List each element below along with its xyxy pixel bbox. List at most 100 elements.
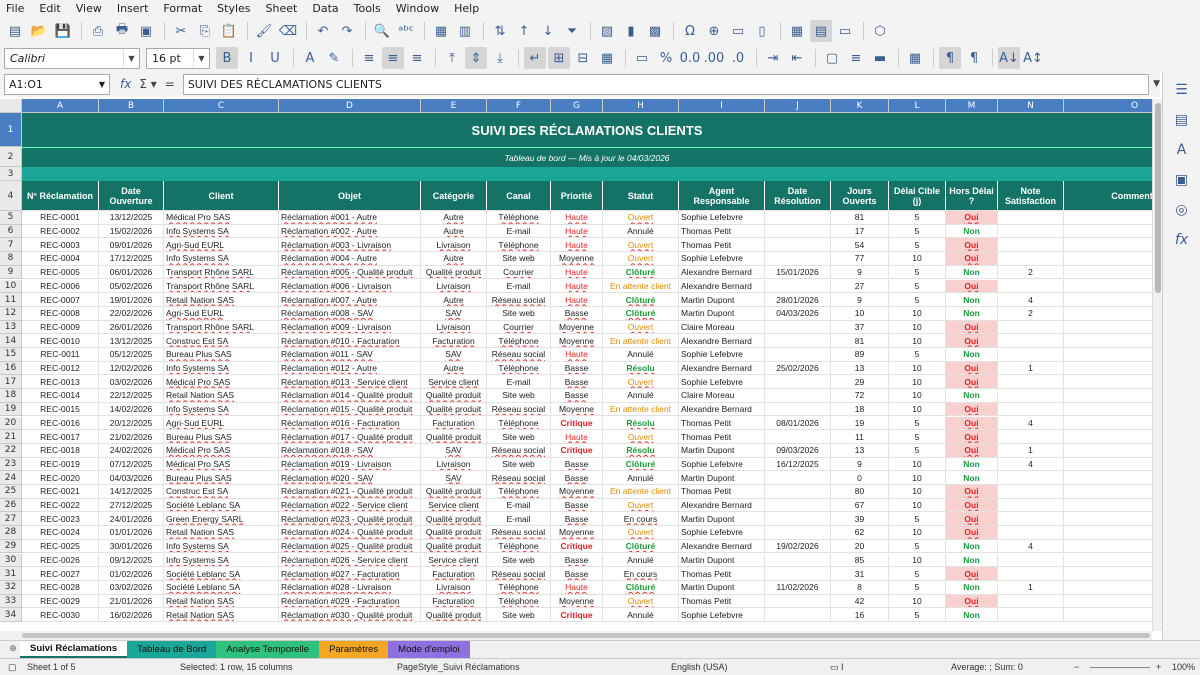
column-header-a[interactable]: A (22, 99, 99, 113)
cell-o[interactable] (1064, 444, 1152, 458)
cell-d[interactable]: Réclamation #020 - SAV (279, 471, 421, 485)
cell-l[interactable]: 10 (889, 471, 946, 485)
cell-f[interactable]: Téléphone (487, 334, 551, 348)
cell-o[interactable] (1064, 293, 1152, 307)
cell-g[interactable]: Basse (551, 512, 603, 527)
cell-c[interactable]: Retail Nation SAS (164, 389, 279, 403)
cell-a[interactable]: REC-0002 (22, 224, 99, 239)
cell-c[interactable]: Société Leblanc SA (164, 567, 279, 581)
export-pdf-icon[interactable]: ⎙ (87, 20, 109, 42)
cell-m[interactable]: Oui (946, 498, 998, 513)
cell-a[interactable]: REC-0030 (22, 608, 99, 622)
font-color-icon[interactable]: A (299, 47, 321, 69)
row-header[interactable]: 10 (0, 279, 22, 294)
column-title[interactable]: Statut (603, 181, 679, 211)
cell-b[interactable]: 21/02/2026 (99, 430, 164, 444)
cell-o[interactable] (1064, 471, 1152, 485)
cell-d[interactable]: Réclamation #029 - Facturation (279, 594, 421, 609)
cell-j[interactable]: 04/03/2026 (765, 306, 831, 321)
cell-l[interactable]: 5 (889, 238, 946, 253)
cell-b[interactable]: 24/02/2026 (99, 443, 164, 458)
cell-e[interactable]: Service client (421, 553, 487, 568)
row-header[interactable]: 26 (0, 498, 22, 513)
row-header[interactable]: 19 (0, 402, 22, 417)
cell-l[interactable]: 5 (889, 443, 946, 458)
menu-format[interactable]: Format (163, 2, 202, 15)
undo-icon[interactable]: ↶ (312, 20, 334, 42)
cell-e[interactable]: SAV (421, 471, 487, 485)
cell-f[interactable]: Site web (487, 389, 551, 403)
cell-e[interactable]: Qualité produit (421, 608, 487, 622)
cell-k[interactable]: 20 (831, 539, 889, 554)
row-header[interactable]: 12 (0, 306, 22, 321)
cell-c[interactable]: Info Systems SA (164, 361, 279, 376)
cell-f[interactable]: Téléphone (487, 238, 551, 253)
cell-i[interactable]: Martin Dupont (679, 306, 765, 321)
cell-g[interactable]: Moyenne (551, 594, 603, 609)
cell-a[interactable]: REC-0006 (22, 279, 99, 294)
column-title[interactable]: Objet (279, 181, 421, 211)
cell-d[interactable]: Réclamation #018 - SAV (279, 443, 421, 458)
cell-c[interactable]: Construc Est SA (164, 485, 279, 499)
cell-a[interactable]: REC-0022 (22, 498, 99, 513)
cell-b[interactable]: 09/12/2025 (99, 553, 164, 568)
cell-n[interactable] (998, 320, 1064, 335)
cell-g[interactable]: Haute (551, 238, 603, 253)
cell-j[interactable]: 16/12/2025 (765, 457, 831, 472)
cell-n[interactable] (998, 471, 1064, 485)
cell-d[interactable]: Réclamation #019 - Livraison (279, 457, 421, 472)
cell-g[interactable]: Critique (551, 443, 603, 458)
cell-f[interactable]: Téléphone (487, 594, 551, 609)
cell-j[interactable] (765, 608, 831, 622)
cell-k[interactable]: 54 (831, 238, 889, 253)
cell-a[interactable]: REC-0007 (22, 293, 99, 307)
sheet-tab[interactable]: Tableau de Bord (127, 641, 217, 658)
cell-h[interactable]: Ouvert (603, 238, 679, 253)
cell-i[interactable]: Alexandre Bernard (679, 334, 765, 348)
add-decimal-icon[interactable]: .00 (703, 47, 725, 69)
cell-o[interactable] (1064, 554, 1152, 568)
cell-m[interactable]: Non (946, 471, 998, 485)
cell-g[interactable]: Haute (551, 224, 603, 239)
cell-l[interactable]: 5 (889, 348, 946, 362)
cell-l[interactable]: 5 (889, 567, 946, 581)
column-title[interactable]: Jours Ouverts (831, 181, 889, 211)
cell-a[interactable]: REC-0005 (22, 265, 99, 280)
cell-a[interactable]: REC-0023 (22, 512, 99, 527)
cell-o[interactable] (1064, 499, 1152, 513)
cell-j[interactable] (765, 498, 831, 513)
cell-m[interactable]: Oui (946, 238, 998, 253)
cell-k[interactable]: 9 (831, 457, 889, 472)
cell-e[interactable]: Autre (421, 224, 487, 239)
cell-b[interactable]: 12/02/2026 (99, 361, 164, 376)
cell-o[interactable] (1064, 595, 1152, 609)
cell-c[interactable]: Médical Pro SAS (164, 375, 279, 390)
cell-g[interactable]: Haute (551, 293, 603, 307)
cell-a[interactable]: REC-0014 (22, 389, 99, 403)
cell-h[interactable]: Ouvert (603, 375, 679, 390)
cell-c[interactable]: Info Systems SA (164, 539, 279, 554)
cell-l[interactable]: 10 (889, 553, 946, 568)
cell-e[interactable]: SAV (421, 443, 487, 458)
cell-c[interactable]: Info Systems SA (164, 252, 279, 266)
cell-h[interactable]: Ouvert (603, 594, 679, 609)
cell-g[interactable]: Critique (551, 608, 603, 622)
cell-m[interactable]: Oui (946, 375, 998, 390)
cell-f[interactable]: E-mail (487, 375, 551, 390)
cell-m[interactable]: Non (946, 539, 998, 554)
cell-l[interactable]: 10 (889, 334, 946, 348)
cell-a[interactable]: REC-0019 (22, 457, 99, 472)
cell-e[interactable]: Qualité produit (421, 485, 487, 499)
preview-icon[interactable]: ▣ (135, 20, 157, 42)
cell-h[interactable]: Clôturé (603, 539, 679, 554)
cell-c[interactable]: Retail Nation SAS (164, 608, 279, 622)
cell-m[interactable]: Oui (946, 443, 998, 458)
cell-c[interactable]: Agri-Sud EURL (164, 306, 279, 321)
cell-j[interactable] (765, 320, 831, 335)
cell-n[interactable] (998, 224, 1064, 239)
cell-a[interactable]: REC-0010 (22, 334, 99, 348)
cell-h[interactable]: En cours (603, 567, 679, 581)
cell-e[interactable]: Autre (421, 361, 487, 376)
cell-k[interactable]: 8 (831, 580, 889, 595)
cell-h[interactable]: Clôturé (603, 580, 679, 595)
